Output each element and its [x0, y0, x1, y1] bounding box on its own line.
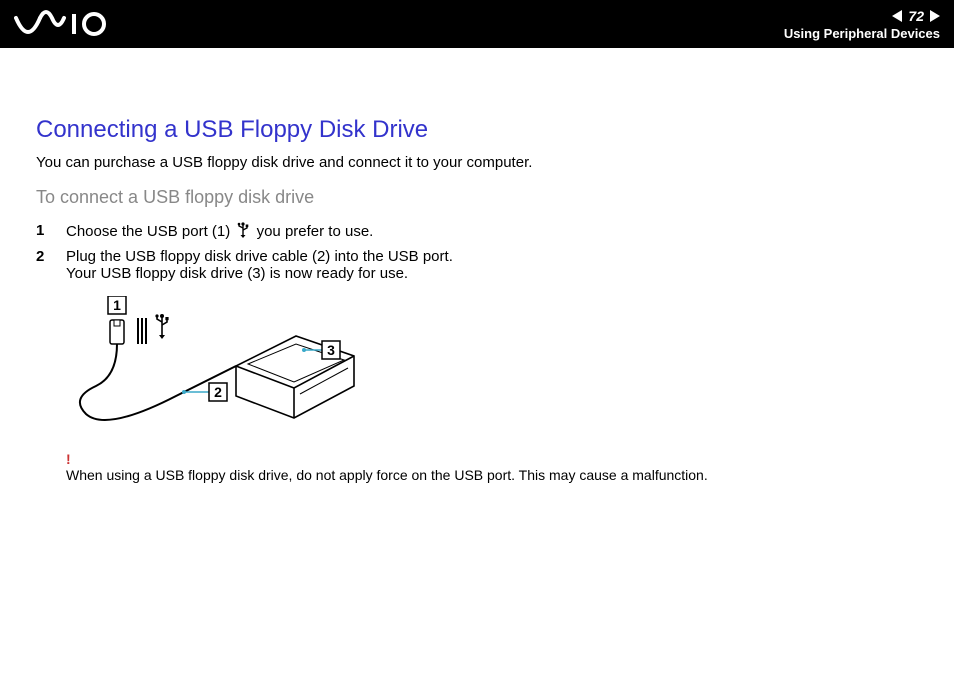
warning-text: When using a USB floppy disk drive, do n… — [66, 467, 708, 483]
figure-label-3: 3 — [327, 342, 335, 358]
step-number: 2 — [36, 248, 50, 282]
next-page-arrow-icon[interactable] — [930, 10, 940, 22]
step-text-part: Plug the USB floppy disk drive cable (2)… — [66, 248, 453, 265]
subtitle: To connect a USB floppy disk drive — [36, 187, 918, 208]
step-text: Plug the USB floppy disk drive cable (2)… — [66, 248, 453, 282]
intro-text: You can purchase a USB floppy disk drive… — [36, 154, 918, 171]
step-number: 1 — [36, 222, 50, 242]
figure-label-2: 2 — [214, 384, 222, 400]
figure: 1 2 — [66, 296, 918, 441]
step-text: Choose the USB port (1) you prefer to us… — [66, 222, 373, 242]
figure-label-1: 1 — [113, 297, 121, 313]
warning-icon: ! — [66, 451, 916, 467]
vaio-logo — [14, 10, 110, 38]
page-title: Connecting a USB Floppy Disk Drive — [36, 116, 918, 144]
main-content: Connecting a USB Floppy Disk Drive You c… — [0, 48, 954, 511]
warning-note: ! When using a USB floppy disk drive, do… — [66, 451, 918, 483]
usb-icon — [237, 222, 249, 242]
step-item: 1 Choose the USB port (1) you prefer to … — [36, 222, 918, 242]
page-nav: 72 — [892, 8, 940, 24]
step-text-part: you prefer to use. — [252, 223, 373, 240]
step-text-part: Your USB floppy disk drive (3) is now re… — [66, 265, 408, 282]
step-text-part: Choose the USB port (1) — [66, 223, 234, 240]
page-number: 72 — [908, 8, 924, 24]
steps-list: 1 Choose the USB port (1) you prefer to … — [36, 222, 918, 282]
step-item: 2 Plug the USB floppy disk drive cable (… — [36, 248, 918, 282]
section-name: Using Peripheral Devices — [784, 26, 940, 41]
prev-page-arrow-icon[interactable] — [892, 10, 902, 22]
header-bar: 72 Using Peripheral Devices — [0, 0, 954, 48]
